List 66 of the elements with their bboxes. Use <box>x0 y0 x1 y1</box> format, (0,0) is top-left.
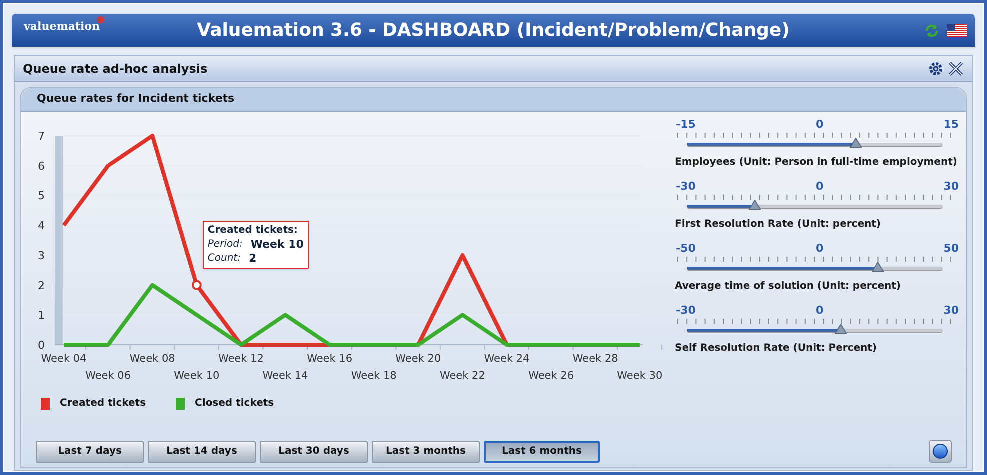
card-title: Queue rates for Incident tickets <box>37 91 235 108</box>
slider-label: Self Resolution Rate (Unit: Percent) <box>675 342 878 356</box>
slider-min-label: -30 <box>676 304 696 317</box>
y-tick-label: 7 <box>38 130 45 143</box>
x-tick-label: Week 26 <box>528 370 574 382</box>
settings-icon[interactable] <box>928 60 944 76</box>
slider-mid-label: 0 <box>816 242 824 255</box>
x-tick-label: Week 12 <box>218 353 264 365</box>
y-tick-label: 4 <box>38 220 45 233</box>
slider-thumb[interactable] <box>748 200 761 210</box>
range-button[interactable]: Last 6 months <box>484 440 600 462</box>
range-button[interactable]: Last 7 days <box>36 440 144 462</box>
slider-min-label: -15 <box>676 118 696 131</box>
tooltip-title: Created tickets: <box>208 224 299 238</box>
slider-mid-label: 0 <box>816 304 824 317</box>
x-tick-label: Week 08 <box>130 353 176 365</box>
range-button[interactable]: Last 30 days <box>260 440 368 462</box>
slider-min-label: -30 <box>676 180 696 193</box>
slider-thumb[interactable] <box>850 138 862 148</box>
legend-label: Created tickets <box>60 397 146 411</box>
x-tick-label: Week 18 <box>351 370 397 382</box>
slider-label: Employees (Unit: Person in full-time employment) <box>675 156 958 170</box>
slider-mid-label: 0 <box>816 118 824 131</box>
slider-min-label: -50 <box>676 242 696 255</box>
y-tick-label: 5 <box>38 190 45 203</box>
y-tick-label: 0 <box>38 339 45 352</box>
slider-max-label: 30 <box>944 180 959 193</box>
slider-label: First Resolution Rate (Unit: percent) <box>675 218 882 232</box>
slider-max-label: 30 <box>944 304 959 317</box>
legend-swatch <box>176 398 186 410</box>
y-tick-label: 6 <box>38 160 45 173</box>
x-tick-label: Week 04 <box>41 353 87 365</box>
x-tick-label: Week 22 <box>440 370 486 382</box>
flag-icon[interactable] <box>947 24 967 37</box>
tooltip-label: Period: <box>208 238 243 252</box>
x-tick-label: Week 24 <box>484 353 530 365</box>
tooltip-label: Count: <box>208 252 241 266</box>
tooltip-value: 2 <box>248 252 257 266</box>
data-point-marker <box>192 280 202 290</box>
x-tick-label: Week 06 <box>86 370 132 382</box>
x-tick-label: Week 14 <box>262 370 308 382</box>
range-button[interactable]: Last 3 months <box>372 440 480 462</box>
slider-mid-label: 0 <box>816 180 824 193</box>
x-tick-label: Week 30 <box>617 370 663 382</box>
range-button[interactable]: Last 14 days <box>148 440 256 462</box>
window-title: Valuemation 3.6 - DASHBOARD (Incident/Problem/Change) <box>196 19 791 43</box>
legend-swatch <box>41 398 50 410</box>
slider-thumb[interactable] <box>834 324 847 334</box>
y-tick-label: 1 <box>38 309 45 322</box>
x-tick-label: Week 10 <box>174 370 220 382</box>
y-tick-label: 2 <box>38 279 45 292</box>
close-icon[interactable] <box>948 60 964 76</box>
x-tick-label: Week 20 <box>396 353 442 365</box>
legend-label: Closed tickets <box>195 397 274 411</box>
x-tick-label: Week 16 <box>307 353 353 365</box>
y-tick-label: 3 <box>38 249 45 262</box>
slider-thumb[interactable] <box>872 262 884 272</box>
slider-max-label: 15 <box>944 118 959 131</box>
logo-star-icon <box>97 16 105 24</box>
panel-title: Queue rate ad-hoc analysis <box>23 60 209 78</box>
slider-max-label: 50 <box>944 242 959 255</box>
slider-label: Average time of solution (Unit: percent) <box>675 280 902 294</box>
logo-text: valuemation <box>24 18 100 34</box>
x-tick-label: Week 28 <box>572 353 618 365</box>
tooltip-value: Week 10 <box>250 238 304 252</box>
globe-button[interactable] <box>929 440 952 463</box>
